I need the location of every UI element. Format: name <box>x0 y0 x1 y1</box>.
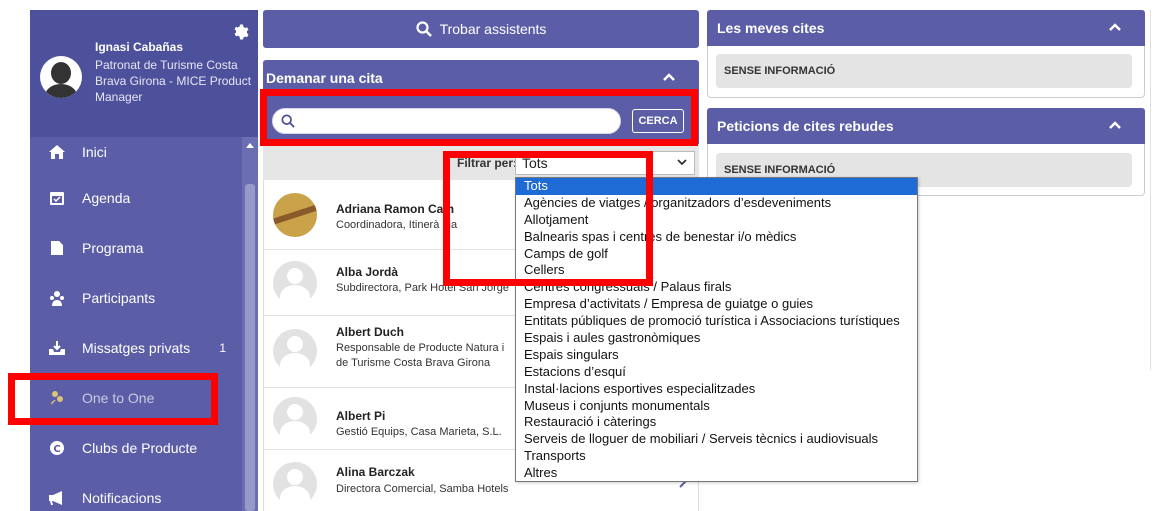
avatar <box>273 193 317 237</box>
participant-role: Responsable de Producte Natura i de Turi… <box>336 342 505 369</box>
annotation-box-filter <box>443 151 653 286</box>
divider <box>1150 10 1151 370</box>
participant-name: Alba Jordà <box>336 265 399 279</box>
sidebar-item-participants[interactable]: Participants <box>30 283 242 313</box>
chevron-up-icon[interactable] <box>663 73 675 81</box>
participant-name: Albert Duch <box>336 325 405 339</box>
sidebar-panel: Ignasi Cabañas Patronat de Turisme Costa… <box>30 10 258 511</box>
sidebar-item-label: Inici <box>82 144 107 160</box>
avatar <box>273 397 317 441</box>
filter-option[interactable]: Empresa d’activitats / Empresa de guiatg… <box>516 296 917 313</box>
panel-title: Les meves cites <box>717 20 825 36</box>
avatar[interactable] <box>40 56 82 98</box>
filter-option[interactable]: Restauració i càterings <box>516 414 917 431</box>
sidebar-item-label: Programa <box>82 240 144 256</box>
filter-option[interactable]: Espais singulars <box>516 347 917 364</box>
find-assistants-label: Trobar assistents <box>439 21 547 37</box>
empty-state: SENSE INFORMACIÓ <box>716 54 1132 88</box>
annotation-box-one-to-one <box>8 373 218 425</box>
search-icon <box>415 21 432 37</box>
filter-option[interactable]: Serveis de lloguer de mobiliari / Servei… <box>516 431 917 448</box>
filter-option[interactable]: Estacions d’esquí <box>516 364 917 381</box>
participant-name: Alina Barczak <box>336 465 415 479</box>
inbox-icon <box>48 339 66 357</box>
sidebar-item-inici[interactable]: Inici <box>30 137 242 167</box>
unread-count-badge: 1 <box>219 341 226 355</box>
participant-role: Gestió Equips, Casa Marieta, S.L. <box>336 426 502 438</box>
sidebar: Ignasi Cabañas Patronat de Turisme Costa… <box>0 0 258 511</box>
profile-name: Ignasi Cabañas <box>95 40 184 54</box>
panel-title: Peticions de cites rebudes <box>717 118 894 134</box>
sidebar-item-label: Clubs de Producte <box>82 440 198 456</box>
sidebar-item-notificacions[interactable]: Notificacions <box>30 483 242 511</box>
document-icon <box>48 239 66 257</box>
sidebar-item-label: Notificacions <box>82 490 162 506</box>
annotation-box-search <box>260 89 698 146</box>
profile-organization: Patronat de Turisme Costa Brava Girona -… <box>95 58 252 104</box>
megaphone-icon <box>48 489 66 507</box>
my-appointments-body: SENSE INFORMACIÓ <box>707 46 1145 98</box>
sidebar-item-programa[interactable]: Programa <box>30 233 242 263</box>
sidebar-scrollbar[interactable] <box>242 137 258 511</box>
avatar <box>273 462 317 506</box>
filter-option[interactable]: Instal·lacions esportives especialitzade… <box>516 381 917 398</box>
received-requests-header[interactable]: Peticions de cites rebudes <box>707 108 1145 144</box>
sidebar-item-agenda[interactable]: Agenda <box>30 183 242 213</box>
svg-text:C: C <box>53 444 60 455</box>
panel-title: Demanar una cita <box>266 70 383 86</box>
users-icon <box>48 289 66 307</box>
club-icon: C <box>48 439 66 457</box>
sidebar-item-label: Missatges privats <box>82 340 191 356</box>
profile-card: Ignasi Cabañas Patronat de Turisme Costa… <box>30 10 258 137</box>
gear-icon[interactable] <box>231 23 249 41</box>
sidebar-item-missatges-privats[interactable]: Missatges privats 1 <box>30 333 242 363</box>
avatar <box>273 329 317 373</box>
participant-name: Albert Pi <box>336 409 386 423</box>
home-icon <box>48 143 66 161</box>
avatar <box>273 261 317 305</box>
sidebar-item-clubs-de-producte[interactable]: C Clubs de Producte <box>30 433 242 463</box>
filter-option[interactable]: Museus i conjunts monumentals <box>516 398 917 415</box>
participant-role: Directora Comercial, Samba Hotels <box>336 483 509 495</box>
find-assistants-button[interactable]: Trobar assistents <box>263 10 699 48</box>
chevron-up-icon[interactable] <box>1109 121 1121 129</box>
sidebar-item-label: Agenda <box>82 190 131 206</box>
filter-option[interactable]: Altres <box>516 465 917 482</box>
filter-option[interactable]: Espais i aules gastronòmiques <box>516 330 917 347</box>
my-appointments-header[interactable]: Les meves cites <box>707 10 1145 46</box>
filter-option[interactable]: Transports <box>516 448 917 465</box>
scroll-up-icon[interactable] <box>246 143 254 148</box>
calendar-icon <box>48 189 66 207</box>
chevron-up-icon[interactable] <box>1109 23 1121 31</box>
scrollbar-thumb[interactable] <box>245 184 255 511</box>
participant-name: Adriana Ramon Cam <box>336 202 455 216</box>
chevron-down-icon <box>677 159 687 166</box>
sidebar-item-label: Participants <box>82 290 156 306</box>
filter-option[interactable]: Entitats públiques de promoció turística… <box>516 313 917 330</box>
